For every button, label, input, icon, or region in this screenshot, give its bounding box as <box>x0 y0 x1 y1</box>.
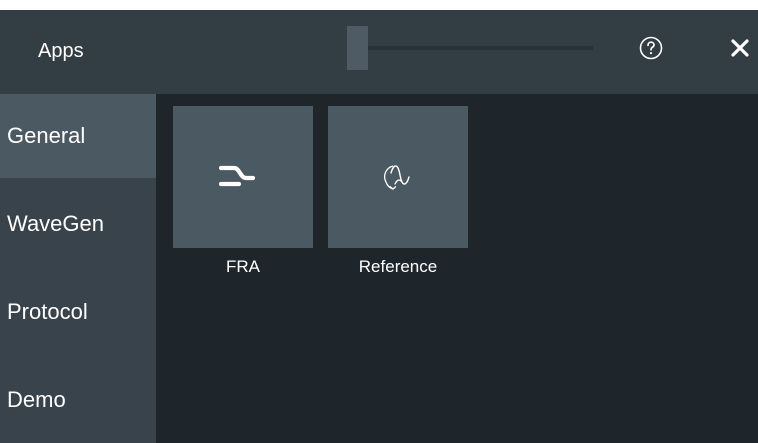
sidebar-item-wavegen[interactable]: WaveGen <box>0 182 156 266</box>
sidebar-item-label: Demo <box>7 387 66 412</box>
dialog-header: Apps <box>0 10 758 94</box>
app-label-reference: Reference <box>358 257 438 276</box>
app-label-fra: FRA <box>226 257 260 276</box>
question-circle-icon <box>639 36 663 60</box>
reference-waveform-icon <box>383 165 410 190</box>
close-button[interactable] <box>729 37 751 59</box>
sidebar-item-label: General <box>7 123 86 148</box>
help-button[interactable] <box>639 36 663 60</box>
sidebar-item-label: Protocol <box>7 299 88 324</box>
category-sidebar: General WaveGen Protocol Demo <box>0 94 156 443</box>
scrollbar-track[interactable] <box>347 46 593 50</box>
sidebar-item-protocol[interactable]: Protocol <box>0 270 156 354</box>
sidebar-item-label: WaveGen <box>7 211 105 236</box>
scrollbar-thumb[interactable] <box>347 26 368 70</box>
sidebar-item-demo[interactable]: Demo <box>0 358 156 442</box>
sidebar-item-general[interactable]: General <box>0 94 156 178</box>
dialog-title: Apps <box>38 40 84 62</box>
apps-dialog: Apps General WaveGen Protocol Demo FRA R… <box>0 10 758 443</box>
fra-step-response-icon <box>219 165 256 187</box>
app-tile-fra[interactable] <box>173 106 313 248</box>
app-tile-reference[interactable] <box>328 106 468 248</box>
close-x-icon <box>731 39 749 57</box>
